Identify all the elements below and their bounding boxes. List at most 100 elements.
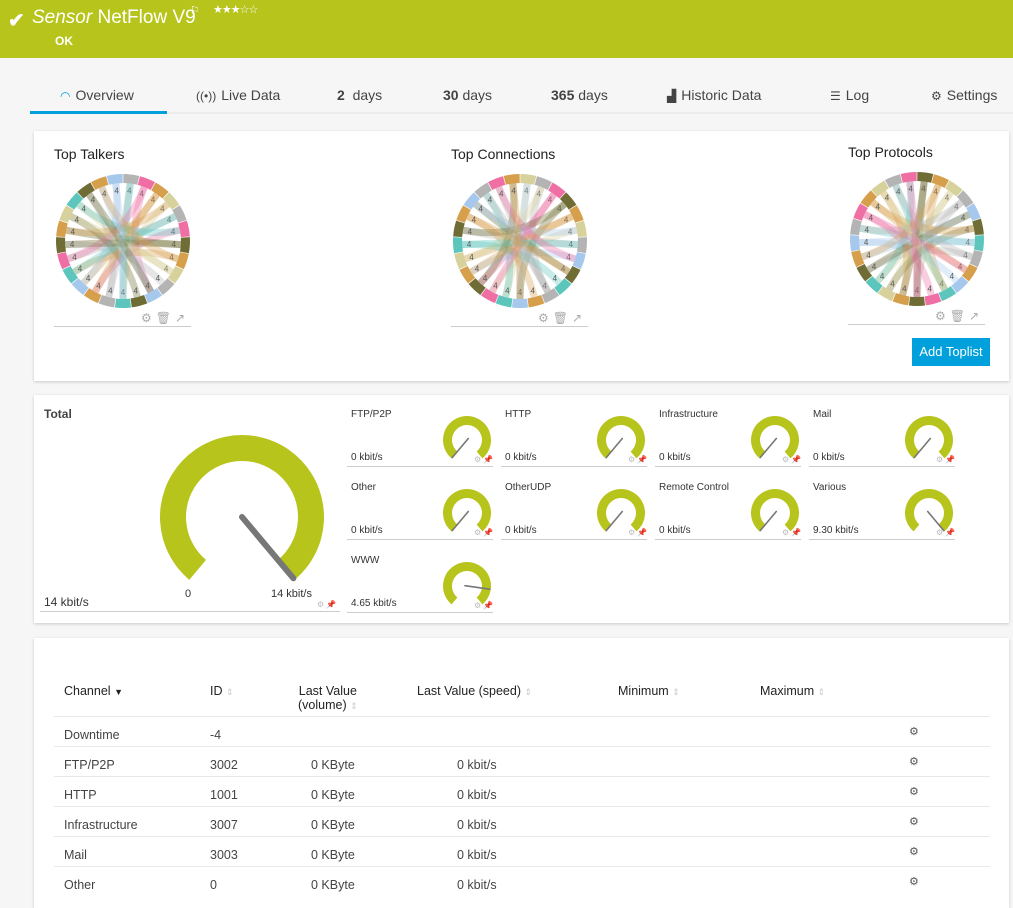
- settings-icon[interactable]: ⚙: [936, 455, 943, 464]
- table-row[interactable]: Downtime -4 ⚙: [54, 716, 990, 746]
- tab-historic-data[interactable]: ▟ Historic Data: [667, 80, 761, 112]
- cell-channel[interactable]: Mail: [64, 848, 87, 862]
- chord-label: 4: [896, 188, 901, 197]
- settings-icon[interactable]: ⚙: [782, 528, 789, 537]
- chord-label: 4: [511, 186, 516, 195]
- chord-diagram-top-protocols[interactable]: 4 44444444444444444444444 4: [848, 170, 986, 308]
- header-label: Minimum: [618, 684, 669, 698]
- tab-settings[interactable]: ⚙ Settings: [931, 80, 997, 112]
- channel-settings-icon[interactable]: ⚙: [909, 815, 919, 828]
- sensor-header: ✔ Sensor NetFlow V9 ⚐ ★★★☆☆ OK: [0, 0, 1013, 58]
- pin-icon[interactable]: 📌: [326, 600, 336, 609]
- channel-settings-icon[interactable]: ⚙: [909, 725, 919, 738]
- chord-diagram-top-connections[interactable]: 4 44444444444444444444444 4: [451, 172, 589, 310]
- channel-settings-icon[interactable]: ⚙: [909, 785, 919, 798]
- tab-overview[interactable]: ◠ Overview: [30, 80, 167, 114]
- tab-2-days[interactable]: 2 days: [337, 80, 382, 112]
- settings-icon[interactable]: ⚙: [935, 309, 950, 323]
- column-header-channel[interactable]: Channel ▼: [64, 684, 123, 698]
- external-link-icon[interactable]: ↗: [572, 311, 586, 325]
- divider: [655, 466, 801, 467]
- settings-icon[interactable]: ⚙: [474, 601, 481, 610]
- external-link-icon[interactable]: ↗: [969, 309, 983, 323]
- pin-icon[interactable]: 📌: [791, 455, 801, 464]
- sort-icon: ⇕: [672, 687, 680, 697]
- cell-id: 3007: [210, 818, 238, 832]
- chord-group: [106, 174, 123, 185]
- column-header-last-volume[interactable]: Last Value (volume) ⇕: [298, 684, 358, 713]
- tab-live-data[interactable]: ((•)) Live Data: [196, 80, 280, 112]
- chord-group: [917, 172, 934, 183]
- chord-label: 4: [102, 190, 107, 199]
- pin-icon[interactable]: 📌: [945, 528, 955, 537]
- chord-label: 4: [908, 184, 913, 193]
- table-row[interactable]: HTTP 1001 0 KByte 0 kbit/s ⚙: [54, 776, 990, 806]
- external-link-icon[interactable]: ↗: [175, 311, 189, 325]
- pin-icon[interactable]: 📌: [637, 455, 647, 464]
- gauge-needle: [759, 437, 778, 459]
- gauge-tools: ⚙ 📌: [474, 528, 493, 537]
- settings-icon[interactable]: ⚙: [628, 455, 635, 464]
- table-row[interactable]: Infrastructure 3007 0 KByte 0 kbit/s ⚙: [54, 806, 990, 836]
- table-row[interactable]: Other 0 0 KByte 0 kbit/s ⚙: [54, 866, 990, 896]
- cell-channel[interactable]: Other: [64, 878, 95, 892]
- column-header-maximum[interactable]: Maximum ⇕: [760, 684, 825, 698]
- chord-group: [577, 237, 587, 254]
- chord-group: [178, 220, 190, 238]
- chord-label: 4: [902, 284, 907, 293]
- chord-label: 4: [108, 286, 113, 295]
- chord-label: 4: [505, 286, 510, 295]
- add-toplist-button[interactable]: Add Toplist: [912, 338, 990, 366]
- flag-icon[interactable]: ⚐: [190, 4, 200, 17]
- chord-label: 4: [81, 204, 86, 213]
- gauge-arc: [443, 562, 491, 605]
- channel-settings-icon[interactable]: ⚙: [909, 755, 919, 768]
- chord-label: 4: [70, 240, 75, 249]
- cell-channel[interactable]: HTTP: [64, 788, 97, 802]
- settings-icon[interactable]: ⚙: [538, 311, 553, 325]
- pin-icon[interactable]: 📌: [483, 455, 493, 464]
- chord-label: 4: [875, 202, 880, 211]
- trash-icon[interactable]: 🗑: [553, 311, 572, 325]
- settings-icon[interactable]: ⚙: [474, 528, 481, 537]
- cell-channel[interactable]: Downtime: [64, 728, 120, 742]
- settings-icon[interactable]: ⚙: [141, 311, 156, 325]
- settings-icon[interactable]: ⚙: [317, 600, 324, 609]
- column-header-last-speed[interactable]: Last Value (speed) ⇕: [417, 684, 532, 698]
- divider: [451, 326, 588, 327]
- settings-icon[interactable]: ⚙: [782, 455, 789, 464]
- pin-icon[interactable]: 📌: [483, 528, 493, 537]
- tab-365-days[interactable]: 365 days: [551, 80, 608, 112]
- settings-icon[interactable]: ⚙: [936, 528, 943, 537]
- chord-label: 4: [880, 272, 885, 281]
- cell-id: 3002: [210, 758, 238, 772]
- column-header-id[interactable]: ID ⇕: [210, 684, 234, 698]
- pin-icon[interactable]: 📌: [791, 528, 801, 537]
- pin-icon[interactable]: 📌: [483, 601, 493, 610]
- gauge-value: 4.65 kbit/s: [351, 598, 397, 609]
- channel-settings-icon[interactable]: ⚙: [909, 845, 919, 858]
- chord-group: [503, 174, 520, 185]
- tab-30-days[interactable]: 30 days: [443, 80, 492, 112]
- header-label: Maximum: [760, 684, 815, 698]
- cell-channel[interactable]: FTP/P2P: [64, 758, 115, 772]
- tab-bar: ◠ Overview ((•)) Live Data 2 days 30 days …: [30, 80, 1013, 114]
- priority-stars[interactable]: ★★★☆☆: [213, 3, 258, 16]
- settings-icon[interactable]: ⚙: [628, 528, 635, 537]
- chord-group: [114, 298, 132, 308]
- pin-icon[interactable]: 📌: [637, 528, 647, 537]
- table-row[interactable]: Mail 3003 0 KByte 0 kbit/s ⚙: [54, 836, 990, 866]
- channel-settings-icon[interactable]: ⚙: [909, 875, 919, 888]
- cell-channel[interactable]: Infrastructure: [64, 818, 138, 832]
- tab-log[interactable]: ☰ Log: [830, 80, 869, 112]
- chord-diagram-top-talkers[interactable]: 4 44444444444444444444444 4: [54, 172, 192, 310]
- column-header-minimum[interactable]: Minimum ⇕: [618, 684, 680, 698]
- settings-icon[interactable]: ⚙: [474, 455, 481, 464]
- tab-label: Live Data: [221, 87, 281, 103]
- trash-icon[interactable]: 🗑: [156, 311, 175, 325]
- trash-icon[interactable]: 🗑: [950, 309, 969, 323]
- pin-icon[interactable]: 📌: [945, 455, 955, 464]
- table-row[interactable]: FTP/P2P 3002 0 KByte 0 kbit/s ⚙: [54, 746, 990, 776]
- chord-label: 4: [488, 196, 493, 205]
- toplist-top-protocols: Top Protocols: [848, 144, 933, 160]
